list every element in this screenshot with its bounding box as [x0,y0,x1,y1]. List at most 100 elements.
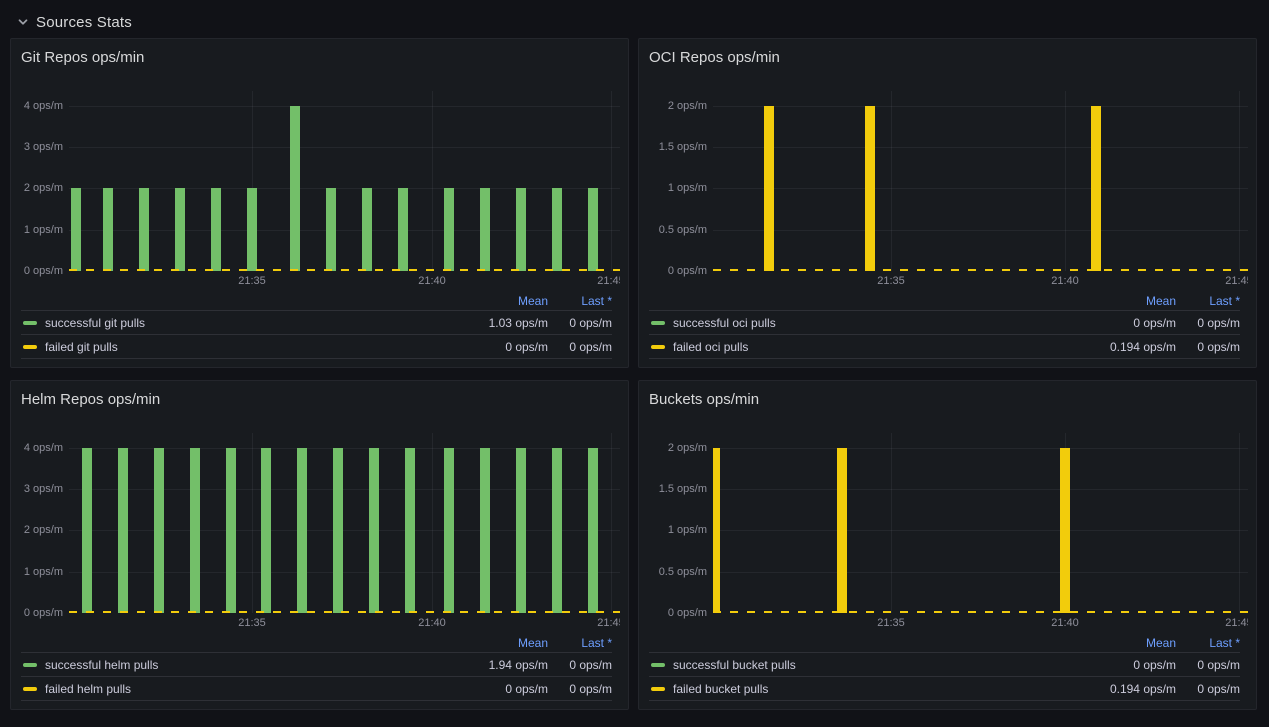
series-color-swatch [23,663,37,667]
series-last-value: 0 ops/m [548,682,612,696]
row-title: Sources Stats [36,14,132,31]
panel-oci-repos: OCI Repos ops/min 0 ops/m0.5 ops/m1 ops/… [638,38,1257,368]
y-axis-tick-label: 2 ops/m [24,523,63,537]
bar-successful-helm-pulls [154,448,164,613]
panel-git-repos: Git Repos ops/min 0 ops/m1 ops/m2 ops/m3… [10,38,629,368]
gridline [432,91,433,271]
bar-successful-helm-pulls [226,448,236,613]
bar-successful-helm-pulls [82,448,92,613]
bar-successful-git-pulls [175,188,185,271]
panel-title[interactable]: OCI Repos ops/min [639,39,1256,67]
bar-successful-helm-pulls [297,448,307,613]
bar-successful-git-pulls [480,188,490,271]
panel-title[interactable]: Buckets ops/min [639,381,1256,409]
x-axis-tick-label: 21:45 [597,275,620,287]
bar-successful-git-pulls [71,188,81,271]
series-label[interactable]: successful helm pulls [45,658,458,672]
plot-area [69,433,620,613]
series-label[interactable]: failed helm pulls [45,682,458,696]
chevron-down-icon [16,15,30,29]
bar-successful-git-pulls [247,188,257,271]
y-axis-tick-label: 3 ops/m [24,140,63,154]
y-axis: 0 ops/m1 ops/m2 ops/m3 ops/m4 ops/m [21,433,69,613]
legend: Mean Last * successful oci pulls 0 ops/m… [649,291,1240,359]
series-last-value: 0 ops/m [1176,658,1240,672]
series-mean-value: 0 ops/m [458,682,548,696]
y-axis: 0 ops/m0.5 ops/m1 ops/m1.5 ops/m2 ops/m [649,91,713,271]
panel-title[interactable]: Git Repos ops/min [11,39,628,67]
series-last-value: 0 ops/m [548,340,612,354]
gridline [69,188,620,189]
bar-successful-git-pulls [588,188,598,271]
series-color-swatch [23,687,37,691]
x-axis-tick-label: 21:40 [418,275,446,287]
gridline [1239,433,1240,613]
y-axis-tick-label: 4 ops/m [24,99,63,113]
gridline [713,448,1248,449]
series-mean-value: 0.194 ops/m [1086,682,1176,696]
series-label[interactable]: successful bucket pulls [673,658,1086,672]
bar-successful-git-pulls [290,106,300,271]
y-axis-tick-label: 1.5 ops/m [659,140,707,154]
y-axis-tick-label: 1.5 ops/m [659,482,707,496]
legend-header-mean[interactable]: Mean [1086,636,1176,650]
series-last-value: 0 ops/m [548,316,612,330]
series-label[interactable]: failed oci pulls [673,340,1086,354]
y-axis-tick-label: 2 ops/m [668,441,707,455]
y-axis-tick-label: 1 ops/m [668,523,707,537]
series-label[interactable]: failed bucket pulls [673,682,1086,696]
legend-header-last[interactable]: Last * [548,294,612,308]
bar-successful-helm-pulls [516,448,526,613]
series-label[interactable]: successful git pulls [45,316,458,330]
y-axis-tick-label: 3 ops/m [24,482,63,496]
legend-header-last[interactable]: Last * [548,636,612,650]
legend-row: failed git pulls 0 ops/m 0 ops/m [21,335,612,359]
legend-row: successful oci pulls 0 ops/m 0 ops/m [649,311,1240,335]
series-last-value: 0 ops/m [1176,682,1240,696]
legend-header-mean[interactable]: Mean [458,294,548,308]
series-color-swatch [651,663,665,667]
x-axis: 21:3521:4021:45 [69,271,620,289]
gridline [713,147,1248,148]
legend-header-last[interactable]: Last * [1176,294,1240,308]
legend-header-row: Mean Last * [649,291,1240,311]
y-axis-tick-label: 2 ops/m [668,99,707,113]
series-mean-value: 0.194 ops/m [1086,340,1176,354]
series-label[interactable]: failed git pulls [45,340,458,354]
y-axis-tick-label: 0 ops/m [24,606,63,620]
series-mean-value: 0 ops/m [458,340,548,354]
x-axis-tick-label: 21:35 [877,617,905,629]
gridline [713,188,1248,189]
legend-header-mean[interactable]: Mean [458,636,548,650]
y-axis-tick-label: 0 ops/m [24,264,63,278]
legend-header-last[interactable]: Last * [1176,636,1240,650]
bar-successful-git-pulls [362,188,372,271]
series-color-swatch [651,345,665,349]
series-color-swatch [23,321,37,325]
gridline [432,433,433,613]
x-axis-tick-label: 21:40 [418,617,446,629]
gridline [713,530,1248,531]
legend-header-mean[interactable]: Mean [1086,294,1176,308]
panel-grid: Git Repos ops/min 0 ops/m 1 ops/m 2 ops/m 3… [10,38,1257,710]
bar-failed-oci-pulls [1091,106,1101,271]
x-axis-tick-label: 21:45 [1225,275,1248,287]
bar-failed-oci-pulls [764,106,774,271]
row-header-sources-stats[interactable]: Sources Stats [16,8,1257,36]
panel-title[interactable]: Helm Repos ops/min [11,381,628,409]
bar-failed-bucket-pulls [1060,448,1070,613]
x-axis: 21:3521:4021:45 [713,271,1248,289]
series-label[interactable]: successful oci pulls [673,316,1086,330]
time-series-chart: 0 ops/m0.5 ops/m1 ops/m1.5 ops/m2 ops/m … [649,91,1248,289]
series-last-value: 0 ops/m [1176,316,1240,330]
x-axis-tick-label: 21:45 [597,617,620,629]
gridline [69,448,620,449]
bar-successful-helm-pulls [118,448,128,613]
gridline [713,489,1248,490]
plot-area [713,433,1248,613]
bar-successful-git-pulls [552,188,562,271]
panel-buckets: Buckets ops/min 0 ops/m0.5 ops/m1 ops/m1… [638,380,1257,710]
y-axis-tick-label: 0 ops/m [668,264,707,278]
series-color-swatch [23,345,37,349]
gridline [69,530,620,531]
